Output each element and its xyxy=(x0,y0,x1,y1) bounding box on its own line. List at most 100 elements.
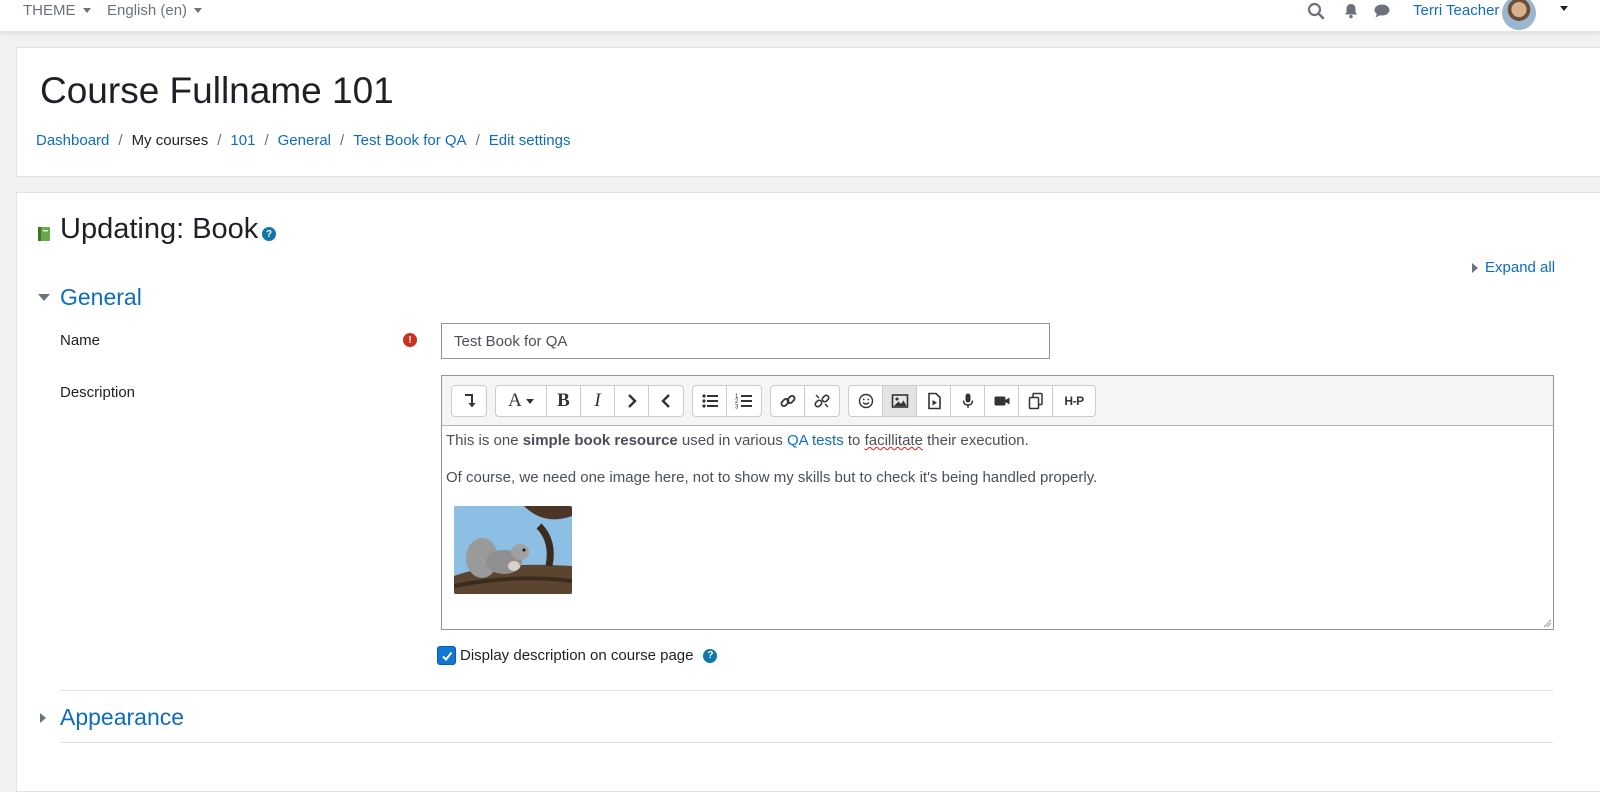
top-navbar xyxy=(0,0,1600,32)
name-field[interactable] xyxy=(441,323,1050,359)
checkmark-icon xyxy=(441,651,452,661)
toolbar-group-links xyxy=(770,385,840,417)
section-general-title: General xyxy=(60,284,142,310)
messages-icon[interactable] xyxy=(1373,2,1391,20)
bold-text-run: simple book resource xyxy=(522,432,678,449)
display-description-label: Display description on course page xyxy=(460,647,694,664)
insert-image-button[interactable] xyxy=(883,386,917,416)
expand-all-link[interactable]: Expand all xyxy=(1472,259,1555,276)
editor-toolbar: A B I 123 H-P xyxy=(442,376,1553,426)
text-run: This is one xyxy=(446,432,523,449)
indent-button[interactable] xyxy=(615,386,649,416)
breadcrumb-dashboard[interactable]: Dashboard xyxy=(36,132,109,149)
description-paragraph-2: Of course, we need one image here, not t… xyxy=(446,469,1098,486)
breadcrumb-course-101[interactable]: 101 xyxy=(230,132,255,149)
link-button[interactable] xyxy=(771,386,805,416)
collapse-icon xyxy=(465,394,476,408)
insert-h5p-button[interactable]: H-P xyxy=(1053,386,1095,416)
unordered-list-icon xyxy=(701,394,718,408)
manage-files-button[interactable] xyxy=(1019,386,1053,416)
microphone-icon xyxy=(962,393,973,408)
breadcrumb-separator: / xyxy=(118,132,123,149)
breadcrumb-separator: / xyxy=(217,132,222,149)
theme-menu-label: THEME xyxy=(23,2,76,19)
caret-right-icon xyxy=(1472,262,1478,273)
section-general-toggle[interactable]: General xyxy=(38,284,142,311)
paragraph-styles-button[interactable]: A xyxy=(496,386,547,416)
description-editor: A B I 123 H-P This is one simple book re… xyxy=(441,375,1554,630)
breadcrumb-separator: / xyxy=(340,132,345,149)
toolbar-group-insert: H-P xyxy=(848,385,1096,417)
italic-icon: I xyxy=(594,390,601,411)
link-icon xyxy=(780,395,795,407)
notification-bell-icon[interactable] xyxy=(1342,2,1360,20)
caret-down-icon xyxy=(38,294,50,301)
record-video-button[interactable] xyxy=(985,386,1019,416)
record-audio-button[interactable] xyxy=(951,386,985,416)
section-divider xyxy=(60,690,1553,691)
page-header xyxy=(16,47,1600,177)
chevron-down-icon xyxy=(194,8,203,13)
required-icon: ! xyxy=(403,333,417,347)
manage-files-icon xyxy=(1028,392,1043,410)
user-menu-name[interactable]: Terri Teacher xyxy=(1413,2,1499,19)
unlink-icon xyxy=(814,394,830,408)
book-icon xyxy=(37,226,51,242)
emoticon-button[interactable] xyxy=(849,386,883,416)
bold-button[interactable]: B xyxy=(547,386,581,416)
font-style-icon: A xyxy=(508,390,522,411)
svg-text:3: 3 xyxy=(735,405,739,411)
help-icon[interactable]: ? xyxy=(262,227,276,241)
toolbar-group-collapse xyxy=(451,385,487,417)
text-run: their execution. xyxy=(922,432,1029,449)
h5p-icon: H-P xyxy=(1064,394,1084,408)
chevron-down-icon xyxy=(82,8,91,13)
chevron-down-icon xyxy=(525,398,534,404)
breadcrumb-separator: / xyxy=(475,132,480,149)
editor-content-area[interactable]: This is one simple book resource used in… xyxy=(442,426,1553,600)
outdent-icon xyxy=(661,394,670,408)
image-icon xyxy=(891,394,908,408)
text-run: to xyxy=(843,432,865,449)
user-menu-chevron-down-icon[interactable] xyxy=(1560,6,1568,11)
resize-handle-icon[interactable] xyxy=(1542,618,1552,628)
name-label: Name xyxy=(60,332,101,349)
theme-menu[interactable]: THEME xyxy=(23,2,91,19)
language-menu[interactable]: English (en) xyxy=(107,2,203,19)
emoticon-icon xyxy=(858,393,873,409)
breadcrumb-my-courses: My courses xyxy=(131,132,209,149)
insert-media-button[interactable] xyxy=(917,386,951,416)
expand-all-label: Expand all xyxy=(1485,259,1556,276)
breadcrumb-test-book[interactable]: Test Book for QA xyxy=(353,132,466,149)
text-run: used in various xyxy=(677,432,787,449)
bold-icon: B xyxy=(557,390,570,411)
media-file-icon xyxy=(927,392,941,410)
breadcrumb: Dashboard / My courses / 101 / General /… xyxy=(36,132,570,149)
video-camera-icon xyxy=(994,396,1009,406)
page-title: Updating: Book xyxy=(60,213,259,245)
description-paragraph-1: This is one simple book resource used in… xyxy=(446,432,1549,449)
section-appearance-toggle[interactable]: Appearance xyxy=(40,704,184,731)
breadcrumb-general[interactable]: General xyxy=(278,132,331,149)
qa-tests-link[interactable]: QA tests xyxy=(787,432,844,449)
display-description-checkbox[interactable] xyxy=(437,646,456,665)
language-menu-label: English (en) xyxy=(107,2,188,19)
breadcrumb-edit-settings[interactable]: Edit settings xyxy=(489,132,571,149)
help-icon[interactable]: ? xyxy=(703,648,718,663)
misspelled-word: facillitate xyxy=(864,432,923,449)
search-icon[interactable] xyxy=(1307,2,1325,20)
breadcrumb-separator: / xyxy=(264,132,269,149)
course-title: Course Fullname 101 xyxy=(40,70,394,111)
italic-button[interactable]: I xyxy=(581,386,615,416)
unlink-button[interactable] xyxy=(805,386,839,416)
collapse-toolbar-button[interactable] xyxy=(452,386,486,416)
section-appearance-title: Appearance xyxy=(60,704,185,730)
toolbar-group-lists: 123 xyxy=(692,385,762,417)
indent-icon xyxy=(627,394,637,408)
display-description-row: Display description on course page ? xyxy=(437,646,718,665)
unordered-list-button[interactable] xyxy=(693,386,727,416)
outdent-button[interactable] xyxy=(649,386,683,416)
ordered-list-button[interactable]: 123 xyxy=(727,386,761,416)
squirrel-image[interactable] xyxy=(454,506,572,594)
description-label: Description xyxy=(60,384,136,401)
